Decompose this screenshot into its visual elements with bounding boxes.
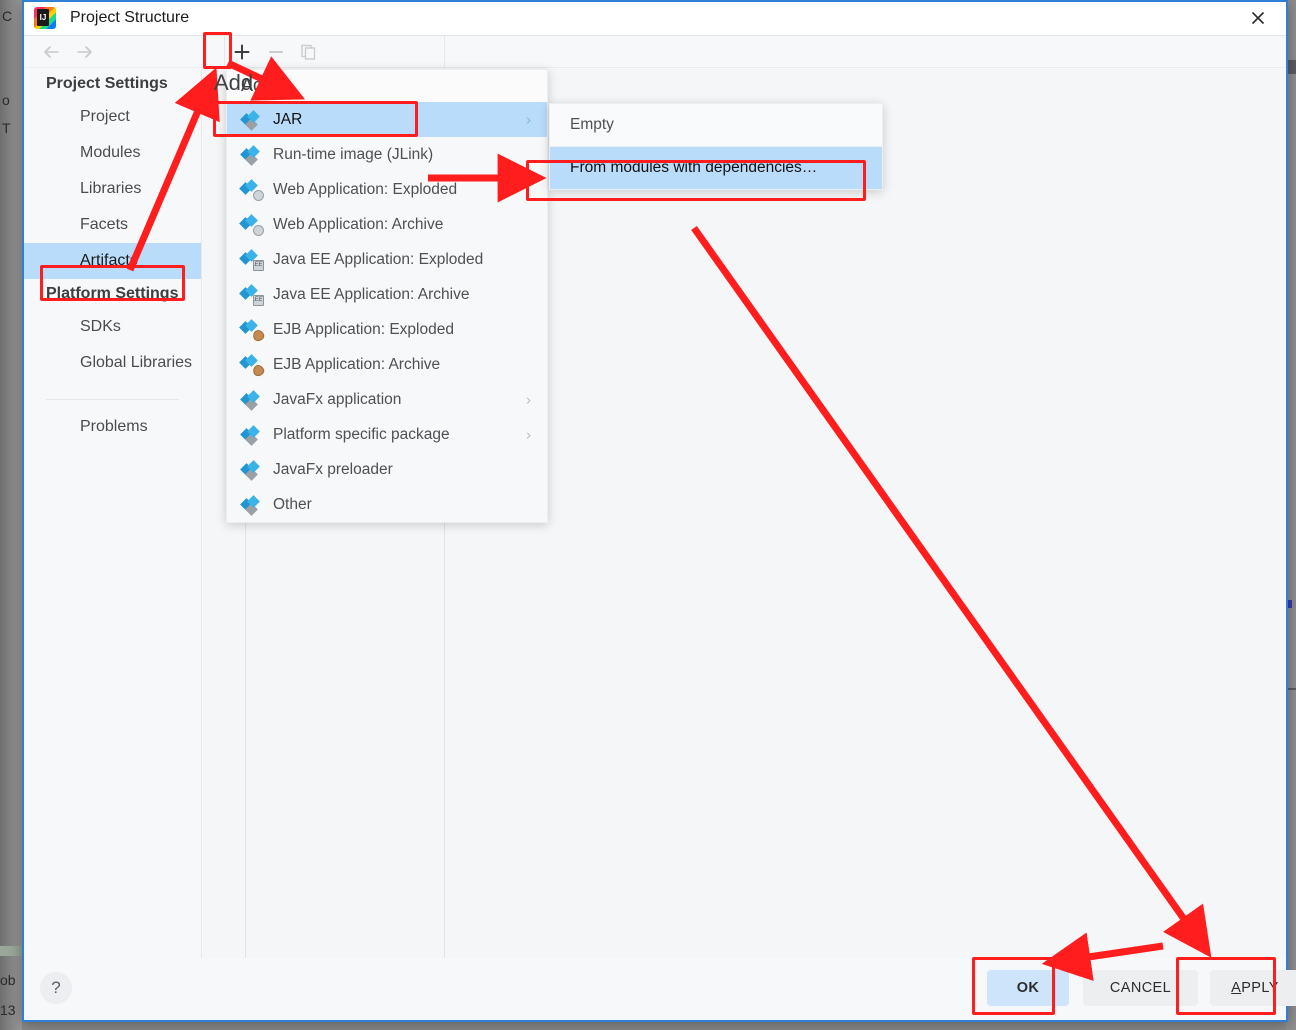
cancel-button-label: CANCEL	[1109, 980, 1172, 996]
ok-button-label: OK	[1016, 980, 1040, 996]
settings-sidebar: Project Settings Project Modules Librari…	[24, 69, 202, 958]
menu-item-label: Other	[273, 495, 312, 513]
arrow-right-icon[interactable]	[74, 41, 96, 63]
menu-item-label: JAR	[273, 110, 303, 128]
artifact-javafx-icon	[240, 459, 263, 481]
sidebar-item-sdks[interactable]: SDKs	[24, 309, 201, 345]
sidebar-item-artifacts[interactable]: Artifacts	[24, 243, 201, 279]
menu-item-label: JavaFx preloader	[273, 460, 393, 478]
copy-icon	[296, 40, 320, 64]
menu-item-label: Platform specific package	[273, 425, 450, 443]
sidebar-item-global-libraries[interactable]: Global Libraries	[24, 345, 201, 381]
background-fragment: o	[2, 92, 10, 108]
artifact-web-icon	[239, 178, 264, 201]
desktop-background-left: C o T ob 13	[0, 0, 22, 1030]
artifact-javafx-icon	[240, 389, 263, 411]
chevron-right-icon: ›	[526, 391, 531, 408]
help-label: ?	[51, 978, 61, 997]
title-accent-line	[24, 0, 1286, 2]
background-fragment: C	[2, 8, 13, 24]
menu-item-label: EJB Application: Exploded	[273, 320, 454, 338]
menu-item-label: Web Application: Archive	[273, 215, 444, 233]
sidebar-group-platform-settings: Platform Settings	[46, 285, 179, 302]
artifact-other-icon	[240, 494, 263, 516]
background-fragment: T	[2, 120, 11, 136]
artifact-jar-icon	[240, 109, 263, 131]
jar-submenu: Empty From modules with dependencies…	[549, 103, 883, 190]
menu-item-web-application-exploded[interactable]: Web Application: Exploded	[227, 172, 547, 207]
apply-button[interactable]: A PPLY	[1210, 970, 1296, 1006]
chevron-right-icon: ›	[526, 111, 531, 128]
menu-item-ejb-application-archive[interactable]: EJB Application: Archive	[227, 347, 547, 382]
dialog-title-bar: IJ Project Structure	[24, 0, 1286, 36]
menu-item-ejb-application-exploded[interactable]: EJB Application: Exploded	[227, 312, 547, 347]
artifact-ejb-icon	[239, 318, 266, 343]
minus-icon	[264, 40, 288, 64]
cancel-button[interactable]: CANCEL	[1083, 970, 1198, 1006]
apply-mnemonic: A	[1231, 980, 1242, 996]
sidebar-item-project[interactable]: Project	[24, 99, 201, 135]
background-chip	[1288, 688, 1296, 690]
chevron-right-icon: ›	[526, 426, 531, 443]
artifact-platform-icon	[240, 424, 263, 446]
submenu-item-label: From modules with dependencies…	[570, 159, 818, 176]
menu-item-label: JavaFx application	[273, 390, 402, 408]
menu-item-javafx-preloader[interactable]: JavaFx preloader	[227, 452, 547, 487]
add-artifact-menu: Add JAR › Run-time image (JLink) Web App…	[226, 69, 548, 523]
artifact-javaee-icon: EE	[239, 283, 264, 306]
background-fragment: 13	[0, 1002, 16, 1018]
plus-icon[interactable]	[230, 40, 254, 64]
apply-button-label: PPLY	[1241, 980, 1279, 996]
page-title: Project Structure	[70, 8, 190, 26]
menu-item-jar[interactable]: JAR ›	[227, 102, 547, 137]
menu-item-label: Java EE Application: Exploded	[273, 250, 484, 268]
menu-item-label: Java EE Application: Archive	[273, 285, 470, 303]
toolbar-divider	[224, 36, 225, 68]
menu-item-java-ee-application-exploded[interactable]: EE Java EE Application: Exploded	[227, 242, 547, 277]
artifact-javaee-icon: EE	[239, 248, 264, 271]
ok-button[interactable]: OK	[987, 970, 1069, 1006]
artifact-ejb-icon	[239, 353, 266, 378]
menu-item-runtime-image-jlink[interactable]: Run-time image (JLink)	[227, 137, 547, 172]
submenu-item-label: Empty	[570, 116, 614, 133]
background-fragment: ob	[0, 972, 16, 988]
dialog-toolbar	[24, 36, 1286, 68]
artifact-jlink-icon	[240, 144, 263, 166]
menu-item-other[interactable]: Other	[227, 487, 547, 522]
background-chip	[1288, 60, 1296, 74]
sidebar-item-modules[interactable]: Modules	[24, 135, 201, 171]
menu-item-java-ee-application-archive[interactable]: EE Java EE Application: Archive	[227, 277, 547, 312]
artifact-web-icon	[239, 213, 264, 236]
help-icon[interactable]: ?	[40, 972, 72, 1004]
sidebar-item-libraries[interactable]: Libraries	[24, 171, 201, 207]
menu-item-label: EJB Application: Archive	[273, 355, 441, 373]
submenu-item-from-modules-with-dependencies[interactable]: From modules with dependencies…	[550, 147, 882, 189]
sidebar-item-problems[interactable]: Problems	[24, 400, 201, 445]
background-chip	[0, 946, 22, 956]
project-structure-dialog: IJ Project Structure Project Settings Pr…	[22, 0, 1296, 1022]
menu-item-label: Run-time image (JLink)	[273, 145, 434, 163]
menu-item-platform-specific-package[interactable]: Platform specific package ›	[227, 417, 547, 452]
arrow-left-icon[interactable]	[40, 41, 62, 63]
menu-item-web-application-archive[interactable]: Web Application: Archive	[227, 207, 547, 242]
dialog-bottom-bar: ? OK CANCEL A PPLY	[24, 958, 1296, 1018]
menu-item-label: Web Application: Exploded	[273, 180, 458, 198]
sidebar-group-project-settings: Project Settings	[46, 75, 168, 92]
close-icon[interactable]	[1230, 0, 1286, 36]
toolbar-divider	[444, 36, 445, 68]
submenu-item-empty[interactable]: Empty	[550, 104, 882, 146]
sidebar-item-facets[interactable]: Facets	[24, 207, 201, 243]
menu-item-javafx-application[interactable]: JavaFx application ›	[227, 382, 547, 417]
add-menu-header: Add	[227, 70, 547, 102]
intellij-idea-icon: IJ	[34, 6, 56, 29]
